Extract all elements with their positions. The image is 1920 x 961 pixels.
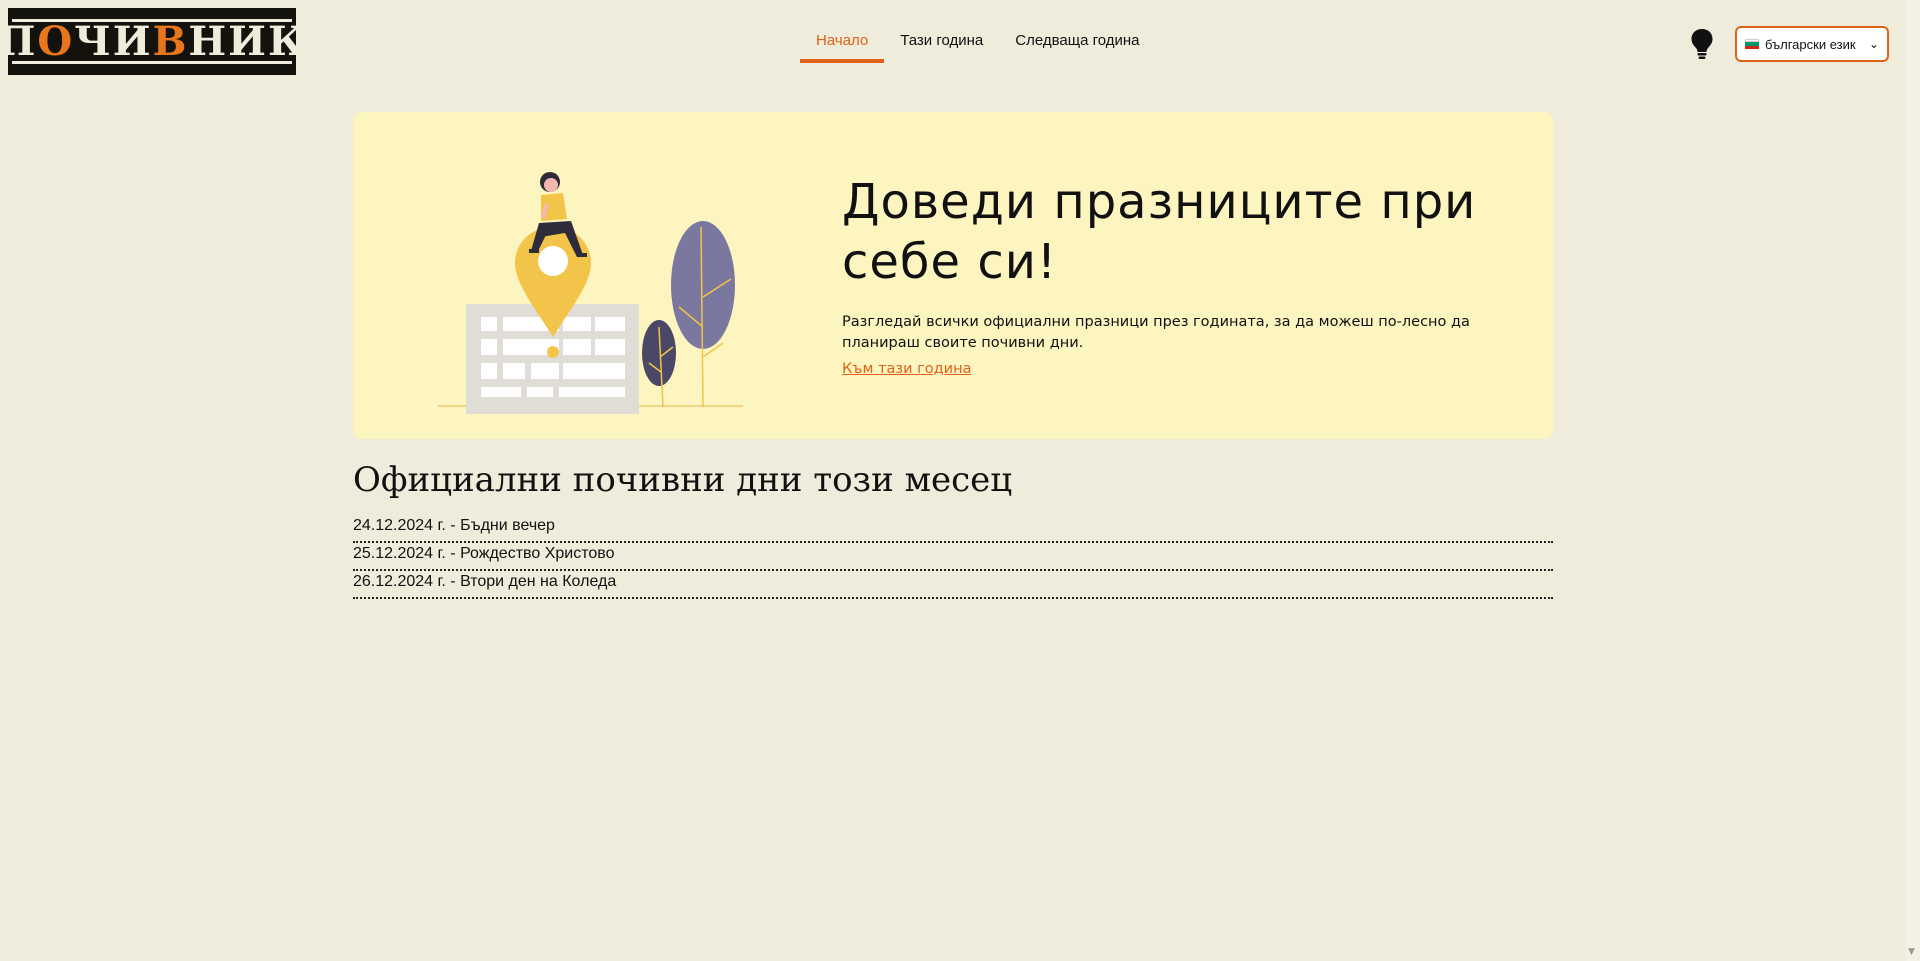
language-select[interactable]: български език ⌄ xyxy=(1735,26,1889,62)
logo-accent-letter: О xyxy=(37,17,75,65)
site-logo[interactable]: П О ЧИ В НИК xyxy=(0,8,304,75)
nav-item-this-year[interactable]: Тази година xyxy=(884,24,999,63)
logo-accent-letter: В xyxy=(152,17,189,65)
list-item: 24.12.2024 г. - Бъдни вечер xyxy=(353,515,1553,543)
hero-title: Доведи празниците при себе си! xyxy=(842,174,1477,290)
main-nav: Начало Тази година Следваща година xyxy=(800,24,1156,63)
logo-letter: ЧИ xyxy=(74,17,153,65)
scroll-down-arrow-icon[interactable]: ▼ xyxy=(1908,947,1915,957)
this-year-link[interactable]: Към тази година xyxy=(842,361,971,377)
site-header: П О ЧИ В НИК Начало Тази година Следваща… xyxy=(0,0,1905,90)
list-item: 26.12.2024 г. - Втори ден на Коледа xyxy=(353,571,1553,599)
hero-description: Разгледай всички официални празници през… xyxy=(842,314,1470,351)
hero-banner: Доведи празниците при себе си! Разгледай… xyxy=(353,112,1553,439)
list-item: 25.12.2024 г. - Рождество Христово xyxy=(353,543,1553,571)
chevron-down-icon: ⌄ xyxy=(1868,37,1879,51)
logo-wordmark: П О ЧИ В НИК xyxy=(0,17,304,65)
month-holidays-title: Официални почивни дни този месец xyxy=(353,460,1013,500)
nav-item-home[interactable]: Начало xyxy=(800,24,885,63)
bulgaria-flag-icon xyxy=(1745,39,1759,49)
logo-letter: НИК xyxy=(188,17,307,65)
language-select-value: български език xyxy=(1765,36,1856,52)
month-holidays-list: 24.12.2024 г. - Бъдни вечер 25.12.2024 г… xyxy=(353,515,1553,599)
page-scrollbar[interactable]: ▼ xyxy=(1905,0,1920,961)
lightbulb-icon[interactable] xyxy=(1690,28,1714,60)
hero-illustration xyxy=(433,157,753,421)
logo-letter: П xyxy=(0,17,38,65)
nav-item-next-year[interactable]: Следваща година xyxy=(999,24,1155,63)
